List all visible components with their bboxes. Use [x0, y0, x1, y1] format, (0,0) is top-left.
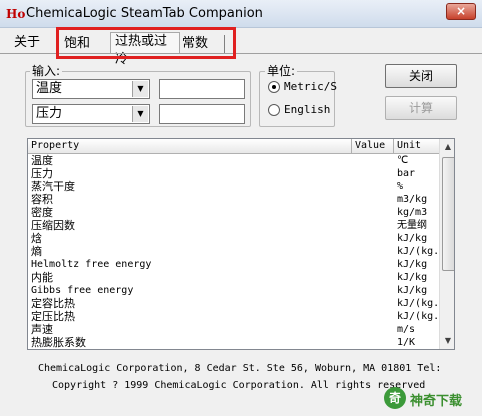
app-icon: Ho: [6, 7, 26, 21]
row-unit: 1/K: [397, 337, 416, 348]
radio-metric-label[interactable]: Metric/S: [284, 80, 337, 94]
input2-select-value: 压力: [36, 106, 63, 121]
footer-copyright: Copyright ? 1999 ChemicaLogic Corporatio…: [52, 380, 426, 391]
column-header-unit[interactable]: Unit: [394, 139, 439, 153]
input1-select-value: 温度: [36, 81, 63, 96]
row-property: 压力: [31, 167, 53, 180]
row-property: 定压比热: [31, 310, 75, 323]
column-header-value[interactable]: Value: [352, 139, 394, 153]
row-unit: kJ/kg: [397, 259, 428, 270]
units-group-legend: 单位:: [265, 64, 298, 78]
row-unit: kJ/kg: [397, 272, 428, 283]
row-unit: kJ/kg: [397, 285, 428, 296]
window-close-button[interactable]: ×: [446, 3, 476, 20]
row-property: 内能: [31, 271, 53, 284]
row-property: 容积: [31, 193, 53, 206]
footer-address: ChemicaLogic Corporation, 8 Cedar St. St…: [38, 363, 442, 374]
window-title: ChemicaLogic SteamTab Companion: [26, 6, 263, 21]
table-row[interactable]: 定容比热 kJ/(kg.: [28, 297, 439, 310]
row-unit: kJ/kg: [397, 233, 428, 244]
input2-value-field[interactable]: [159, 104, 245, 124]
row-unit: kJ/(kg.: [397, 311, 439, 322]
chevron-down-icon[interactable]: ▼: [132, 106, 148, 122]
table-row[interactable]: 内能 kJ/kg: [28, 271, 439, 284]
row-property: 熵: [31, 245, 42, 258]
scrollbar-thumb[interactable]: [442, 157, 454, 271]
row-unit: bar: [397, 168, 416, 179]
table-row[interactable]: 热膨胀系数 1/K: [28, 336, 439, 349]
close-button[interactable]: 关闭: [385, 64, 457, 88]
highlight-box: [56, 27, 236, 59]
calculate-button[interactable]: 计算: [385, 96, 457, 120]
table-row[interactable]: 熵 kJ/(kg.: [28, 245, 439, 258]
scroll-up-icon[interactable]: ▲: [440, 139, 454, 155]
row-unit: 无量纲: [397, 220, 427, 231]
radio-metric[interactable]: [268, 81, 280, 93]
radio-selected-dot: [272, 85, 276, 89]
row-unit: kg/m3: [397, 207, 428, 218]
row-property: 定容比热: [31, 297, 75, 310]
row-unit: ℃: [397, 155, 409, 166]
watermark-text: 神奇下载: [410, 394, 463, 409]
title-bar[interactable]: Ho ChemicaLogic SteamTab Companion ×: [0, 0, 482, 28]
input2-select[interactable]: 压力 ▼: [32, 104, 150, 124]
table-row[interactable]: 温度 ℃: [28, 154, 439, 167]
row-unit: %: [397, 181, 404, 192]
radio-english[interactable]: [268, 104, 280, 116]
table-row[interactable]: Helmoltz free energy kJ/kg: [28, 258, 439, 271]
table-row[interactable]: 密度 kg/m3: [28, 206, 439, 219]
table-row[interactable]: 蒸汽干度%: [28, 180, 439, 193]
scroll-down-icon[interactable]: ▼: [440, 333, 454, 349]
row-property: Helmoltz free energy: [31, 259, 152, 270]
row-property: 声速: [31, 323, 53, 336]
row-property: 蒸汽干度: [31, 180, 75, 193]
results-table[interactable]: Property Value Unit 温度 ℃ 压力 bar 蒸汽干度% 容积 m3/kg…: [27, 138, 455, 350]
table-row[interactable]: 声速 m/s: [28, 323, 439, 336]
table-row[interactable]: 压缩因数 无量纲: [28, 219, 439, 232]
table-row[interactable]: 压力 bar: [28, 167, 439, 180]
row-property: 热膨胀系数: [31, 336, 86, 349]
table-header: Property Value Unit: [28, 139, 439, 154]
table-row[interactable]: Gibbs free energy kJ/kg: [28, 284, 439, 297]
table-row[interactable]: 定压比热 kJ/(kg.: [28, 310, 439, 323]
input1-select[interactable]: 温度 ▼: [32, 79, 150, 99]
input-group-legend: 输入:: [30, 64, 63, 78]
row-property: 焓: [31, 232, 42, 245]
table-row[interactable]: 焓 kJ/kg: [28, 232, 439, 245]
watermark-icon: 奇: [384, 387, 406, 409]
row-property: 密度: [31, 206, 53, 219]
column-header-property[interactable]: Property: [28, 139, 352, 153]
radio-english-label[interactable]: English: [284, 103, 330, 117]
row-property: Gibbs free energy: [31, 285, 134, 296]
row-unit: kJ/(kg.: [397, 246, 439, 257]
row-unit: m/s: [397, 324, 416, 335]
row-property: 压缩因数: [31, 219, 75, 232]
table-row[interactable]: 容积 m3/kg: [28, 193, 439, 206]
vertical-scrollbar[interactable]: ▲ ▼: [439, 139, 454, 349]
row-unit: kJ/(kg.: [397, 298, 439, 309]
watermark-logo: 奇 神奇下载: [384, 385, 480, 413]
input1-value-field[interactable]: [159, 79, 245, 99]
chevron-down-icon[interactable]: ▼: [132, 81, 148, 97]
menu-about[interactable]: 关于: [14, 34, 40, 52]
table-rows: 温度 ℃ 压力 bar 蒸汽干度% 容积 m3/kg 密度 kg/m3 压缩因数 无量纲焓 kJ/kg…: [28, 154, 439, 349]
row-unit: m3/kg: [397, 194, 428, 205]
row-property: 温度: [31, 154, 53, 167]
